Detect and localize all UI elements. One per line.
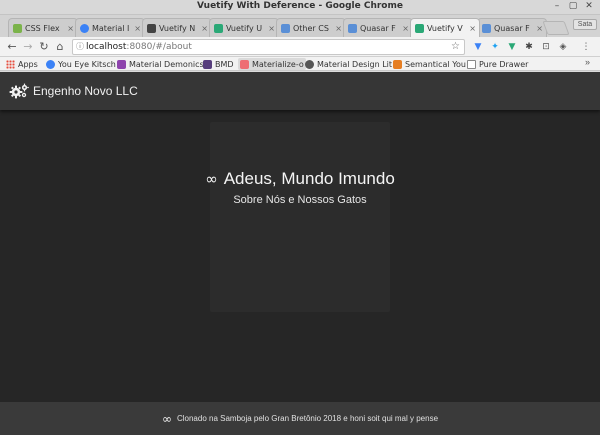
shield-extension-icon[interactable]: ◈ (557, 41, 569, 53)
bookmark-item[interactable]: Material Design Lit (305, 58, 392, 70)
tab-label: Vuetify N (159, 23, 196, 33)
tab-vuetify-v[interactable]: Vuetify V × (410, 18, 480, 37)
bookmark-label: You Eye Kitsch (58, 59, 116, 69)
tab-quasar-2[interactable]: Quasar F × (477, 18, 547, 37)
apps-grid-icon (6, 59, 15, 69)
bookmark-label: Materialize-o (252, 59, 304, 69)
tab-other-css[interactable]: Other CS × (276, 18, 346, 37)
settings-extension-icon[interactable]: ✱ (523, 41, 535, 53)
address-host: localhost (86, 42, 127, 52)
bookmark-label: Pure Drawer (479, 59, 529, 69)
bookmark-label: Semantical You (405, 59, 466, 69)
page-info-icon[interactable]: ⓘ (76, 40, 84, 54)
apps-bookmark[interactable]: Apps (6, 58, 38, 70)
menu-icon[interactable]: ⋮ (580, 41, 592, 53)
bookmark-label: Material Design Lit (317, 59, 393, 69)
hero-section: ∞ Adeus, Mundo Imundo Sobre Nós e Nossos… (0, 169, 600, 206)
tab-favicon-icon (13, 23, 22, 33)
reload-icon[interactable]: ↻ (37, 40, 51, 54)
tab-label: Vuetify U (226, 23, 263, 33)
address-bar[interactable]: ⓘ localhost:8080/#/about ☆ (72, 39, 465, 55)
bookmark-favicon-icon (240, 59, 249, 69)
maximize-icon[interactable]: ▢ (567, 1, 579, 11)
vue-devtools-icon[interactable]: ▼ (506, 41, 518, 53)
forward-icon[interactable]: → (21, 40, 35, 54)
tab-material[interactable]: Material I × (75, 18, 145, 37)
brand-title[interactable]: Engenho Novo LLC (33, 84, 138, 98)
close-window-icon[interactable]: ✕ (583, 1, 595, 11)
more-bookmarks-icon[interactable]: » (585, 57, 590, 67)
bookmark-favicon-icon (203, 59, 212, 69)
new-tab-button[interactable] (542, 21, 570, 35)
page-viewport: Engenho Novo LLC ∞ Adeus, Mundo Imundo S… (0, 72, 600, 435)
tab-label: Material I (92, 23, 130, 33)
app-toolbar: Engenho Novo LLC (0, 72, 600, 110)
bookmark-item[interactable]: Material Demonics (117, 58, 204, 70)
tab-label: Vuetify V (427, 23, 463, 33)
tab-css-flex[interactable]: CSS Flex × (8, 18, 78, 37)
twitter-extension-icon[interactable]: ✦ (489, 41, 501, 53)
bookmark-favicon-icon (305, 59, 314, 69)
bookmark-favicon-icon (393, 59, 402, 69)
browser-toolbar: ← → ↻ ⌂ ⓘ localhost:8080/#/about ☆ ▼ ✦ ▼… (0, 37, 600, 57)
tab-label: Other CS (293, 23, 329, 33)
tab-favicon-icon (80, 23, 89, 33)
tab-vuetify-u[interactable]: Vuetify U × (209, 18, 279, 37)
hero-heading-text: Adeus, Mundo Imundo (223, 169, 395, 188)
tab-label: Quasar F (494, 23, 530, 33)
apps-label: Apps (18, 59, 38, 69)
tab-favicon-icon (482, 23, 491, 33)
bookmark-favicon-icon (46, 59, 55, 69)
bookmark-item[interactable]: BMD (203, 58, 234, 70)
infinity-icon: ∞ (205, 170, 218, 188)
tab-favicon-icon (214, 23, 223, 33)
minimize-icon[interactable]: – (551, 1, 563, 11)
background-card (210, 122, 390, 312)
bookmarks-bar: Apps You Eye Kitsch Material Demonics BM… (0, 57, 600, 71)
window-title-bar: Vuetify With Deference - Google Chrome –… (0, 0, 600, 15)
hero-subheading: Sobre Nós e Nossos Gatos (233, 194, 367, 206)
tab-favicon-icon (147, 23, 156, 33)
page-icon (467, 59, 476, 69)
tab-close-icon[interactable]: × (469, 24, 479, 33)
bookmark-favicon-icon (117, 59, 126, 69)
app-footer: ∞ Clonado na Samboja pelo Gran Bretônio … (0, 402, 600, 435)
home-icon[interactable]: ⌂ (53, 40, 67, 54)
footer-text: Clonado na Samboja pelo Gran Bretônio 20… (176, 414, 439, 423)
bookmark-item[interactable]: Semantical You (393, 58, 466, 70)
tab-vuetify-n[interactable]: Vuetify N × (142, 18, 212, 37)
tab-favicon-icon (281, 23, 290, 33)
bookmark-item[interactable]: You Eye Kitsch (46, 58, 116, 70)
bookmark-item[interactable]: Materialize-o (238, 58, 306, 70)
tab-favicon-icon (415, 23, 424, 33)
screen-capture-icon[interactable]: ⊡ (540, 41, 552, 53)
back-icon[interactable]: ← (5, 40, 19, 54)
profile-button[interactable]: Sata (573, 19, 597, 30)
bookmark-star-icon[interactable]: ☆ (451, 40, 460, 54)
tab-label: CSS Flex (25, 23, 60, 33)
tab-label: Quasar F (360, 23, 396, 33)
bookmark-item[interactable]: Pure Drawer (467, 58, 528, 70)
tab-quasar-1[interactable]: Quasar F × (343, 18, 413, 37)
bookmark-label: BMD (215, 59, 234, 69)
address-path: :8080/#/about (126, 42, 192, 52)
gears-icon (9, 83, 29, 99)
tab-favicon-icon (348, 23, 357, 33)
window-title: Vuetify With Deference - Google Chrome (197, 1, 403, 11)
vuetify-extension-icon[interactable]: ▼ (472, 41, 484, 53)
tab-strip: CSS Flex × Material I × Vuetify N × Vuet… (0, 15, 600, 37)
infinity-icon: ∞ (161, 411, 172, 426)
bookmark-label: Material Demonics (129, 59, 204, 69)
hero-heading: ∞ Adeus, Mundo Imundo (205, 169, 395, 189)
